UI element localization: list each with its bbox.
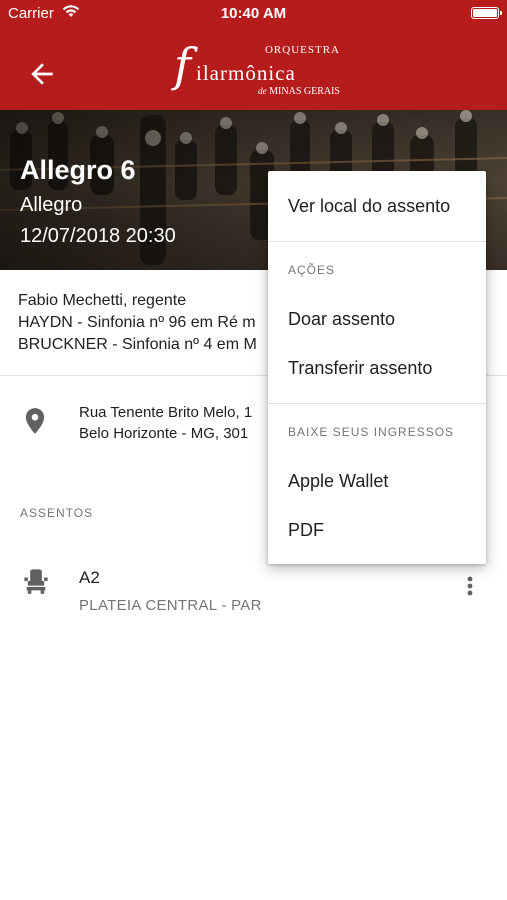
clock: 10:40 AM bbox=[220, 5, 287, 22]
event-datetime: 12/07/2018 20:30 bbox=[20, 225, 176, 247]
battery-icon bbox=[471, 7, 502, 19]
menu-item-transfer[interactable]: Transferir assento bbox=[288, 358, 432, 379]
logo-initial: f bbox=[174, 38, 192, 92]
program-conductor: Fabio Mechetti, regente bbox=[18, 292, 187, 309]
program-piece-1: HAYDN - Sinfonia nº 96 em Ré m bbox=[18, 314, 256, 331]
address-line-2: Belo Horizonte - MG, 301 bbox=[79, 425, 249, 442]
more-vertical-icon bbox=[467, 576, 473, 596]
logo-sub-text: de MINAS GERAIS bbox=[258, 86, 340, 97]
app-bar: ORQUESTRA f ilarmônica de MINAS GERAIS bbox=[0, 28, 507, 110]
logo-main-text: ilarmônica bbox=[196, 61, 296, 85]
venue-address[interactable]: Rua Tenente Brito Melo, 1 Belo Horizonte… bbox=[79, 402, 252, 444]
logo-sub-prefix: de bbox=[258, 86, 267, 96]
menu-item-view-seat[interactable]: Ver local do assento bbox=[288, 196, 450, 217]
menu-item-apple-wallet[interactable]: Apple Wallet bbox=[288, 471, 388, 492]
status-bar: Carrier 10:40 AM bbox=[0, 0, 507, 28]
seats-section-header: ASSENTOS bbox=[20, 506, 94, 520]
menu-item-pdf[interactable]: PDF bbox=[288, 520, 324, 541]
location-pin-icon bbox=[24, 407, 46, 440]
event-subtitle: Allegro bbox=[20, 194, 83, 216]
seat-code: A2 bbox=[79, 568, 100, 587]
seat-actions-menu: Ver local do assento AÇÕES Doar assento … bbox=[268, 171, 486, 564]
program-piece-2: BRUCKNER - Sinfonia nº 4 em M bbox=[18, 336, 257, 353]
menu-item-donate[interactable]: Doar assento bbox=[288, 309, 395, 330]
orchestra-logo: ORQUESTRA f ilarmônica de MINAS GERAIS bbox=[170, 38, 340, 100]
menu-divider bbox=[268, 241, 486, 242]
menu-section-actions: AÇÕES bbox=[288, 263, 336, 277]
event-title: Allegro 6 bbox=[20, 155, 136, 185]
seat-section: PLATEIA CENTRAL - PAR bbox=[79, 597, 262, 614]
menu-section-download: BAIXE SEUS INGRESSOS bbox=[288, 425, 455, 439]
seat-icon bbox=[22, 568, 50, 599]
logo-sub-name: MINAS GERAIS bbox=[269, 86, 340, 97]
menu-divider bbox=[268, 403, 486, 404]
address-line-1: Rua Tenente Brito Melo, 1 bbox=[79, 404, 253, 421]
back-button[interactable] bbox=[26, 58, 58, 90]
program-info: Fabio Mechetti, regente HAYDN - Sinfonia… bbox=[18, 290, 257, 356]
seat-more-button[interactable] bbox=[456, 572, 484, 600]
arrow-back-icon bbox=[31, 63, 53, 85]
logo-top-text: ORQUESTRA bbox=[264, 44, 340, 56]
